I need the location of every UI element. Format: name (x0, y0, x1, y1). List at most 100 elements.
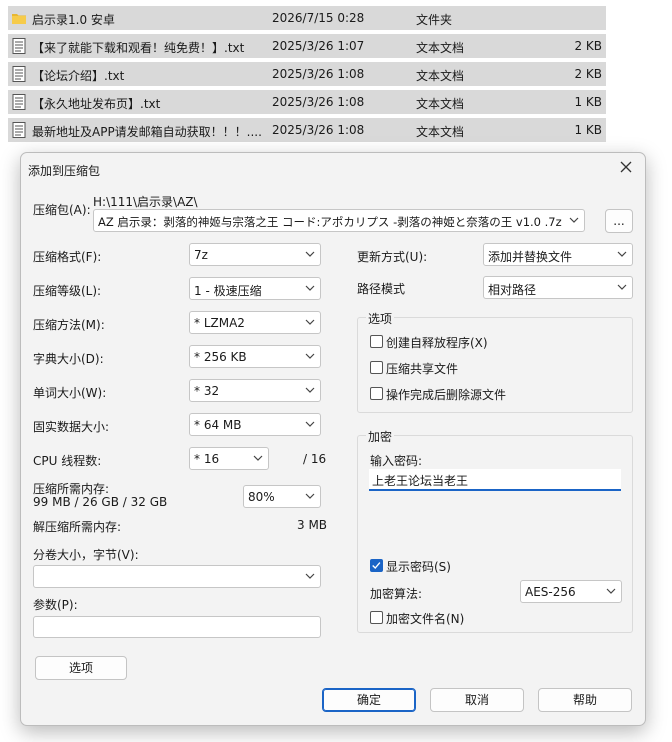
file-row[interactable]: 【论坛介绍】.txt 2025/3/26 1:08 文本文档 2 KB (8, 62, 606, 86)
file-name: 最新地址及APP请发邮箱自动获取！！！.... (32, 125, 262, 139)
solid-value: * 64 MB (194, 418, 242, 432)
file-date: 2025/3/26 1:08 (272, 67, 365, 81)
check-icon (372, 562, 381, 570)
enc-method-value: AES-256 (525, 585, 576, 599)
method-value: * LZMA2 (194, 316, 245, 330)
chevron-down-icon (305, 421, 315, 427)
archive-path: H:\111\启示录\AZ\ (93, 195, 198, 209)
show-password-label: 显示密码(S) (386, 560, 451, 574)
encrypt-group: 加密 输入密码: 显示密码(S) 加密算法: AES-256 加密文件名(N) (357, 428, 633, 633)
file-row[interactable]: 【永久地址发布页】.txt 2025/3/26 1:08 文本文档 1 KB (8, 90, 606, 114)
file-name: 【论坛介绍】.txt (32, 69, 125, 83)
level-label: 压缩等级(L): (33, 284, 102, 298)
mem-percent-value: 80% (248, 490, 275, 504)
file-row[interactable]: 最新地址及APP请发邮箱自动获取！！！.... 2025/3/26 1:08 文… (8, 118, 606, 142)
decomp-value: 3 MB (297, 518, 328, 532)
text-file-icon (12, 94, 26, 110)
browse-button[interactable]: ... (605, 209, 633, 233)
format-label: 压缩格式(F): (33, 250, 102, 264)
dict-label: 字典大小(D): (33, 352, 104, 366)
file-size: 1 KB (574, 123, 602, 137)
archive-label: 压缩包(A): (33, 203, 91, 217)
solid-select[interactable]: * 64 MB (189, 413, 321, 436)
level-select[interactable]: 1 - 极速压缩 (189, 277, 321, 300)
shared-checkbox[interactable] (370, 361, 383, 374)
update-label: 更新方式(U): (357, 250, 428, 264)
file-type: 文本文档 (416, 97, 465, 111)
text-file-icon (12, 122, 26, 138)
password-label: 输入密码: (370, 454, 423, 468)
params-input[interactable] (33, 616, 321, 638)
text-file-icon (12, 38, 26, 54)
file-date: 2025/3/26 1:08 (272, 95, 365, 109)
chevron-down-icon (569, 217, 579, 223)
file-size: 2 KB (574, 67, 602, 81)
decomp-label: 解压缩所需内存: (33, 520, 122, 534)
mem-detail: 99 MB / 26 GB / 32 GB (33, 495, 168, 509)
mem-percent-select[interactable]: 80% (243, 485, 321, 508)
format-select[interactable]: 7z (189, 243, 321, 266)
delete-label: 操作完成后删除源文件 (386, 388, 507, 402)
chevron-down-icon (305, 251, 315, 257)
file-date: 2026/7/15 0:28 (272, 11, 365, 25)
pathmode-value: 相对路径 (488, 283, 537, 297)
sfx-label: 创建自释放程序(X) (386, 336, 488, 350)
encrypt-names-checkbox[interactable] (370, 611, 383, 624)
help-button[interactable]: 帮助 (538, 688, 632, 712)
add-to-archive-dialog: 添加到压缩包 压缩包(A): H:\111\启示录\AZ\ AZ 启示录：剥落的… (20, 152, 646, 726)
file-type: 文本文档 (416, 41, 465, 55)
method-select[interactable]: * LZMA2 (189, 311, 321, 334)
encrypt-group-title: 加密 (366, 428, 395, 445)
options-group: 选项 创建自释放程序(X) 压缩共享文件 操作完成后删除源文件 (357, 310, 633, 413)
close-icon[interactable] (617, 158, 635, 176)
text-file-icon (12, 66, 26, 82)
chevron-down-icon (305, 387, 315, 393)
file-row-folder[interactable]: 启示录1.0 安卓 2026/7/15 0:28 文件夹 (8, 6, 606, 30)
level-value: 1 - 极速压缩 (194, 284, 262, 298)
password-input[interactable]: 上老王论坛当老王 (369, 469, 621, 491)
chevron-down-icon (305, 319, 315, 325)
threads-total: / 16 (303, 452, 327, 466)
pathmode-select[interactable]: 相对路径 (483, 276, 633, 299)
word-label: 单词大小(W): (33, 386, 107, 400)
chevron-down-icon (305, 285, 315, 291)
split-combo[interactable] (33, 565, 321, 588)
file-date: 2025/3/26 1:08 (272, 123, 365, 137)
file-size: 1 KB (574, 95, 602, 109)
file-date: 2025/3/26 1:07 (272, 39, 365, 53)
chevron-down-icon (305, 493, 315, 499)
options-button[interactable]: 选项 (35, 656, 127, 680)
split-label: 分卷大小，字节(V): (33, 548, 139, 562)
shared-label: 压缩共享文件 (386, 362, 459, 376)
dict-select[interactable]: * 256 KB (189, 345, 321, 368)
file-size: 2 KB (574, 39, 602, 53)
options-group-title: 选项 (366, 310, 395, 327)
file-name: 【来了就能下载和观看！纯免费！】.txt (32, 41, 245, 55)
cancel-button[interactable]: 取消 (430, 688, 524, 712)
file-name: 【永久地址发布页】.txt (32, 97, 161, 111)
format-value: 7z (194, 248, 208, 262)
file-name: 启示录1.0 安卓 (32, 13, 115, 27)
dict-value: * 256 KB (194, 350, 247, 364)
file-type: 文本文档 (416, 69, 465, 83)
update-select[interactable]: 添加并替换文件 (483, 243, 633, 266)
enc-method-select[interactable]: AES-256 (520, 580, 622, 603)
params-label: 参数(P): (33, 598, 78, 612)
chevron-down-icon (305, 353, 315, 359)
archive-name-combo[interactable]: AZ 启示录：剥落的神姬与宗落之王 コード:アポカリプス -剥落の神姫と奈落の王… (93, 209, 585, 232)
update-value: 添加并替换文件 (488, 250, 573, 264)
word-select[interactable]: * 32 (189, 379, 321, 402)
pathmode-label: 路径模式 (357, 282, 406, 296)
ok-button[interactable]: 确定 (322, 688, 416, 712)
threads-select[interactable]: * 16 (189, 447, 269, 470)
file-row[interactable]: 【来了就能下载和观看！纯免费！】.txt 2025/3/26 1:07 文本文档… (8, 34, 606, 58)
encrypt-names-label: 加密文件名(N) (386, 612, 465, 626)
sfx-checkbox[interactable] (370, 335, 383, 348)
file-type: 文件夹 (416, 13, 453, 27)
delete-checkbox[interactable] (370, 387, 383, 400)
word-value: * 32 (194, 384, 220, 398)
chevron-down-icon (253, 455, 263, 461)
method-label: 压缩方法(M): (33, 318, 105, 332)
chevron-down-icon (617, 284, 627, 290)
show-password-checkbox[interactable] (370, 559, 383, 572)
